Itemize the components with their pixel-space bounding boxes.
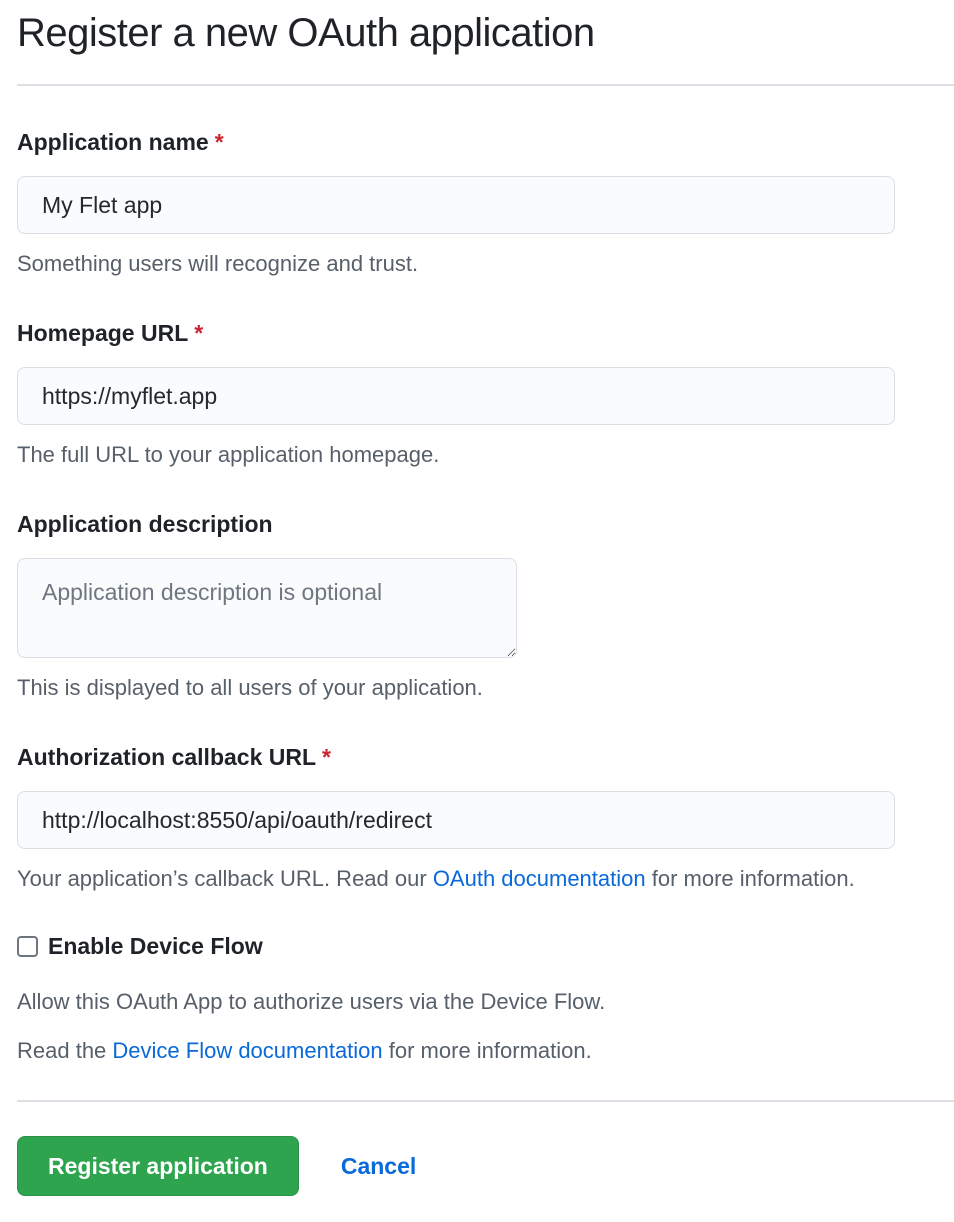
cancel-link[interactable]: Cancel [341, 1153, 416, 1180]
homepage-url-label-text: Homepage URL [17, 320, 188, 346]
application-name-group: Application name* Something users will r… [17, 128, 954, 277]
callback-url-label: Authorization callback URL* [17, 743, 954, 771]
application-description-help: This is displayed to all users of your a… [17, 674, 954, 701]
callback-url-label-text: Authorization callback URL [17, 744, 316, 770]
callback-url-help-after: for more information. [646, 866, 855, 891]
application-description-group: Application description This is displaye… [17, 510, 954, 701]
application-name-label-text: Application name [17, 129, 209, 155]
application-description-textarea[interactable] [17, 558, 517, 658]
callback-url-group: Authorization callback URL* Your applica… [17, 743, 954, 892]
oauth-documentation-link[interactable]: OAuth documentation [433, 866, 646, 891]
required-asterisk: * [215, 129, 224, 155]
device-flow-read-after: for more information. [383, 1038, 592, 1063]
device-flow-read-before: Read the [17, 1038, 112, 1063]
register-oauth-app-page: Register a new OAuth application Applica… [0, 8, 954, 1222]
application-name-label: Application name* [17, 128, 954, 156]
callback-url-input[interactable] [17, 791, 895, 849]
application-description-label: Application description [17, 510, 954, 538]
register-application-button[interactable]: Register application [17, 1136, 299, 1196]
form-actions: Register application Cancel [17, 1136, 954, 1196]
homepage-url-input[interactable] [17, 367, 895, 425]
device-flow-help: Allow this OAuth App to authorize users … [17, 988, 954, 1015]
device-flow-documentation-link[interactable]: Device Flow documentation [112, 1038, 382, 1063]
enable-device-flow-label[interactable]: Enable Device Flow [48, 932, 263, 960]
device-flow-group: Enable Device Flow [17, 932, 954, 960]
application-description-label-text: Application description [17, 511, 273, 537]
callback-url-help: Your application’s callback URL. Read ou… [17, 865, 954, 892]
application-name-input[interactable] [17, 176, 895, 234]
application-name-help: Something users will recognize and trust… [17, 250, 954, 277]
device-flow-read-more: Read the Device Flow documentation for m… [17, 1037, 954, 1064]
homepage-url-group: Homepage URL* The full URL to your appli… [17, 319, 954, 468]
homepage-url-label: Homepage URL* [17, 319, 954, 347]
callback-url-help-before: Your application’s callback URL. Read ou… [17, 866, 433, 891]
enable-device-flow-checkbox[interactable] [17, 936, 38, 957]
required-asterisk: * [322, 744, 331, 770]
required-asterisk: * [194, 320, 203, 346]
form-divider [17, 1100, 954, 1102]
homepage-url-help: The full URL to your application homepag… [17, 441, 954, 468]
page-title: Register a new OAuth application [17, 8, 954, 86]
